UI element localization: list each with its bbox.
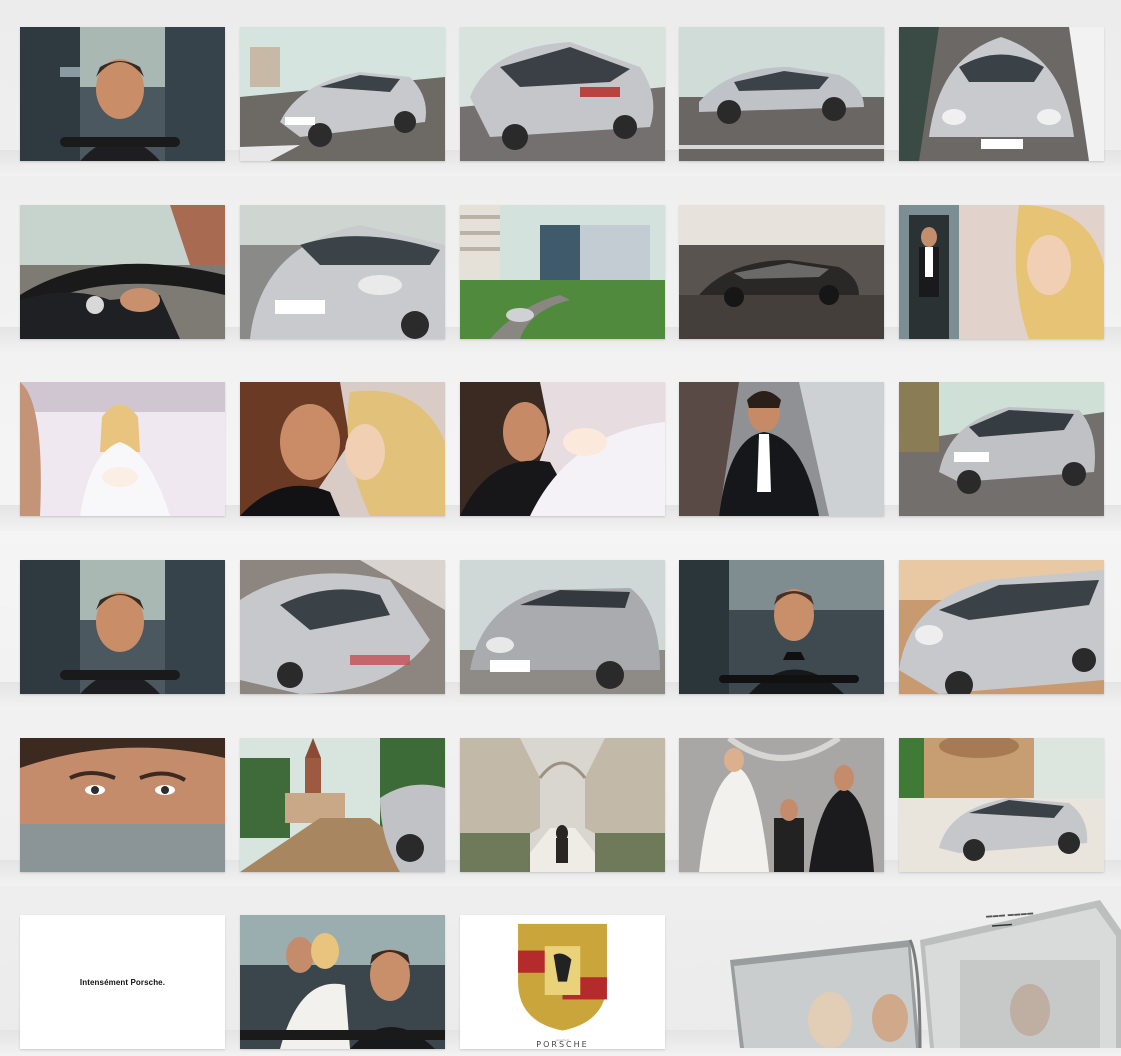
panel-driver-tuxedo xyxy=(679,560,884,694)
panel-building-and-car xyxy=(460,205,665,339)
slogan-card: Intensément Porsche. xyxy=(20,915,225,1049)
panel-woman-in-bed xyxy=(20,382,225,516)
panel-suv-front xyxy=(460,560,665,694)
storyboard-grid: Intensément Porsche. PORSCHE porsche.fr … xyxy=(0,0,1121,1049)
panel-church-interior-aisle xyxy=(460,738,665,872)
panel-driver-close-up xyxy=(20,27,225,161)
panel-suv-driving xyxy=(899,382,1104,516)
panel-suv-front-three-quarter xyxy=(240,27,445,161)
panel-church-road-car xyxy=(240,738,445,872)
panel-hand-on-wheel-watch xyxy=(20,205,225,339)
panel-car-front-side xyxy=(899,560,1104,694)
magazine-spread-image: ▬▬▬ ▬▬▬▬ ▬▬▬▬ xyxy=(720,900,1121,1048)
panel-suv-rear-three-quarter xyxy=(460,27,665,161)
panel-car-overhead-speed xyxy=(240,560,445,694)
panel-car-side-profile xyxy=(679,27,884,161)
panel-couple-kiss xyxy=(240,382,445,516)
panel-car-front-on xyxy=(899,27,1104,161)
porsche-crest-icon xyxy=(518,923,607,1031)
panel-car-front-close xyxy=(240,205,445,339)
panel-driver-close-up xyxy=(20,560,225,694)
panel-couple-in-car xyxy=(240,915,445,1049)
panel-man-kiss-baby xyxy=(460,382,665,516)
panel-dark-car-side xyxy=(679,205,884,339)
panel-man-and-blonde-woman xyxy=(899,205,1104,339)
porsche-logo-card: PORSCHE porsche.fr xyxy=(460,915,665,1049)
panel-bride-and-priest xyxy=(679,738,884,872)
slogan-text: Intensément Porsche. xyxy=(79,977,166,987)
panel-man-running xyxy=(679,382,884,516)
panel-eyes-rear-view-mirror xyxy=(20,738,225,872)
panel-car-by-church xyxy=(899,738,1104,872)
fine-print: porsche.fr xyxy=(555,1038,570,1042)
